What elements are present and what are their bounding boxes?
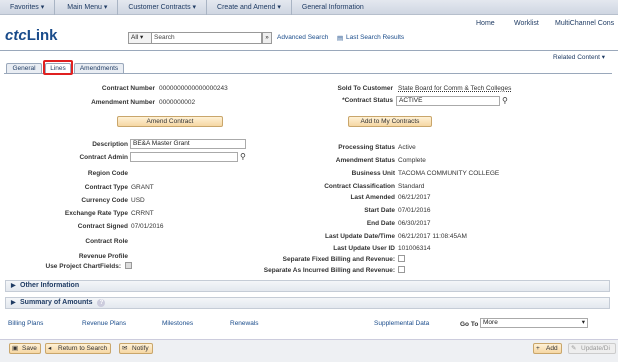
add-icon: + xyxy=(536,345,540,352)
currency-code-value: USD xyxy=(131,197,145,204)
contract-admin-field[interactable] xyxy=(130,152,238,162)
last-update-datetime-label: Last Update Date/Time xyxy=(325,233,395,240)
end-date-value: 06/30/2017 xyxy=(398,220,431,227)
last-amended-value: 06/21/2017 xyxy=(398,194,431,201)
status-lookup-icon[interactable]: ⚲ xyxy=(502,96,508,105)
general-information-breadcrumb[interactable]: General Information xyxy=(292,0,374,15)
amendment-status-label: Amendment Status xyxy=(335,157,395,164)
separate-incurred-checkbox[interactable] xyxy=(398,266,405,273)
processing-status-label: Processing Status xyxy=(338,144,395,151)
multichannel-link[interactable]: MultiChannel Cons xyxy=(555,20,614,27)
exchange-rate-type-value: CRRNT xyxy=(131,210,154,217)
worklist-link[interactable]: Worklist xyxy=(514,20,539,27)
goto-label: Go To xyxy=(460,321,479,328)
exchange-rate-type-label: Exchange Rate Type xyxy=(64,210,128,217)
update-icon: ✎ xyxy=(571,345,577,352)
contract-type-label: Contract Type xyxy=(84,184,128,191)
advanced-search-link[interactable]: Advanced Search xyxy=(277,34,328,41)
lines-tab-highlight xyxy=(43,60,73,75)
summary-of-amounts-title: Summary of Amounts xyxy=(20,299,93,306)
start-date-label: Start Date xyxy=(364,207,395,214)
favorites-menu[interactable]: Favorites ▾ xyxy=(0,0,56,15)
contract-status-field[interactable]: ACTIVE xyxy=(396,96,500,106)
contract-classification-label: Contract Classification xyxy=(324,183,395,190)
amendment-status-value: Complete xyxy=(398,157,426,164)
admin-lookup-icon[interactable]: ⚲ xyxy=(240,152,246,161)
expand-triangle-icon: ▶ xyxy=(11,283,16,289)
summary-of-amounts-section[interactable]: ▶ Summary of Amounts ? xyxy=(5,297,610,309)
notify-button[interactable]: ✉ Notify xyxy=(119,343,153,354)
currency-code-label: Currency Code xyxy=(81,197,128,204)
contract-classification-value: Standard xyxy=(398,183,425,190)
related-content-menu[interactable]: Related Content ▾ xyxy=(553,53,605,61)
billing-plans-link[interactable]: Billing Plans xyxy=(8,320,43,327)
contract-signed-label: Contract Signed xyxy=(77,223,128,230)
tab-divider xyxy=(4,73,612,74)
save-button[interactable]: ▣ Save xyxy=(9,343,41,354)
contract-number-label: Contract Number xyxy=(101,85,155,92)
separate-fixed-checkbox[interactable] xyxy=(398,255,405,262)
amendment-number-label: Amendment Number xyxy=(91,99,155,106)
amend-contract-button[interactable]: Amend Contract xyxy=(117,116,223,127)
last-update-datetime-value: 06/21/2017 11:08:45AM xyxy=(398,233,467,240)
other-information-section[interactable]: ▶ Other Information xyxy=(5,280,610,292)
sold-to-label: Sold To Customer xyxy=(337,85,394,92)
search-scope-select[interactable]: All ▾ xyxy=(128,32,152,44)
end-date-label: End Date xyxy=(366,220,395,227)
search-input[interactable]: Search xyxy=(152,32,262,44)
amendment-number-value: 0000000002 xyxy=(159,99,196,106)
separate-incurred-label: Separate As Incurred Billing and Revenue… xyxy=(263,267,395,274)
separate-fixed-label: Separate Fixed Billing and Revenue: xyxy=(282,256,395,263)
contract-number-value: 0000000000000000243 xyxy=(159,85,228,92)
customer-contracts-menu[interactable]: Customer Contracts ▾ xyxy=(118,0,208,15)
region-code-label: Region Code xyxy=(87,170,128,177)
main-menu[interactable]: Main Menu ▾ xyxy=(55,0,119,15)
return-to-search-button[interactable]: ◂ Return to Search xyxy=(45,343,112,354)
expand-triangle-icon: ▶ xyxy=(11,300,16,306)
last-amended-label: Last Amended xyxy=(350,194,395,201)
contract-type-value: GRANT xyxy=(131,184,154,191)
return-icon: ◂ xyxy=(48,345,52,352)
last-search-results-link[interactable]: Last Search Results xyxy=(346,34,404,41)
revenue-plans-link[interactable]: Revenue Plans xyxy=(82,320,126,327)
description-label: Description xyxy=(92,141,128,148)
contract-role-label: Contract Role xyxy=(85,238,128,245)
last-update-user-value: 101006314 xyxy=(398,245,431,252)
home-link[interactable]: Home xyxy=(476,20,495,27)
business-unit-label: Business Unit xyxy=(351,170,395,177)
sold-to-value: State Board for Comm & Tech Colleges xyxy=(398,85,512,92)
top-nav-bar: Favorites ▾ Main Menu ▾ Customer Contrac… xyxy=(0,0,618,15)
doc-icon: ▤ xyxy=(337,35,344,42)
business-unit-value: TACOMA COMMUNITY COLLEGE xyxy=(398,170,500,177)
ctclink-logo: ctcLink xyxy=(5,27,58,44)
start-date-value: 07/01/2016 xyxy=(398,207,431,214)
update-display-button[interactable]: ✎ Update/Di xyxy=(568,343,616,354)
add-button[interactable]: + Add xyxy=(533,343,562,354)
description-field[interactable]: BE&A Master Grant xyxy=(130,139,246,149)
milestones-link[interactable]: Milestones xyxy=(162,320,193,327)
add-to-my-contracts-button[interactable]: Add to My Contracts xyxy=(348,116,432,127)
contract-status-label: *Contract Status xyxy=(342,97,393,104)
revenue-profile-label: Revenue Profile xyxy=(78,253,128,260)
supplemental-data-link[interactable]: Supplemental Data xyxy=(374,320,429,327)
search-bar: All ▾ Search xyxy=(128,32,262,44)
notify-icon: ✉ xyxy=(122,345,128,352)
other-information-title: Other Information xyxy=(20,282,80,289)
contract-admin-label: Contract Admin xyxy=(79,154,128,161)
use-project-chartfields-label: Use Project ChartFields: xyxy=(45,263,122,270)
contract-signed-value: 07/01/2016 xyxy=(131,223,164,230)
search-go-button[interactable]: » xyxy=(262,32,272,44)
dropdown-arrow-icon: ▾ xyxy=(581,319,585,326)
renewals-link[interactable]: Renewals xyxy=(230,320,259,327)
use-project-chartfields-checkbox[interactable] xyxy=(125,262,132,269)
goto-select[interactable]: More ▾ xyxy=(480,318,588,328)
last-update-user-label: Last Update User ID xyxy=(333,245,395,252)
processing-status-value: Active xyxy=(398,144,416,151)
save-icon: ▣ xyxy=(12,345,19,352)
create-amend-menu[interactable]: Create and Amend ▾ xyxy=(207,0,292,15)
help-icon[interactable]: ? xyxy=(97,299,106,307)
